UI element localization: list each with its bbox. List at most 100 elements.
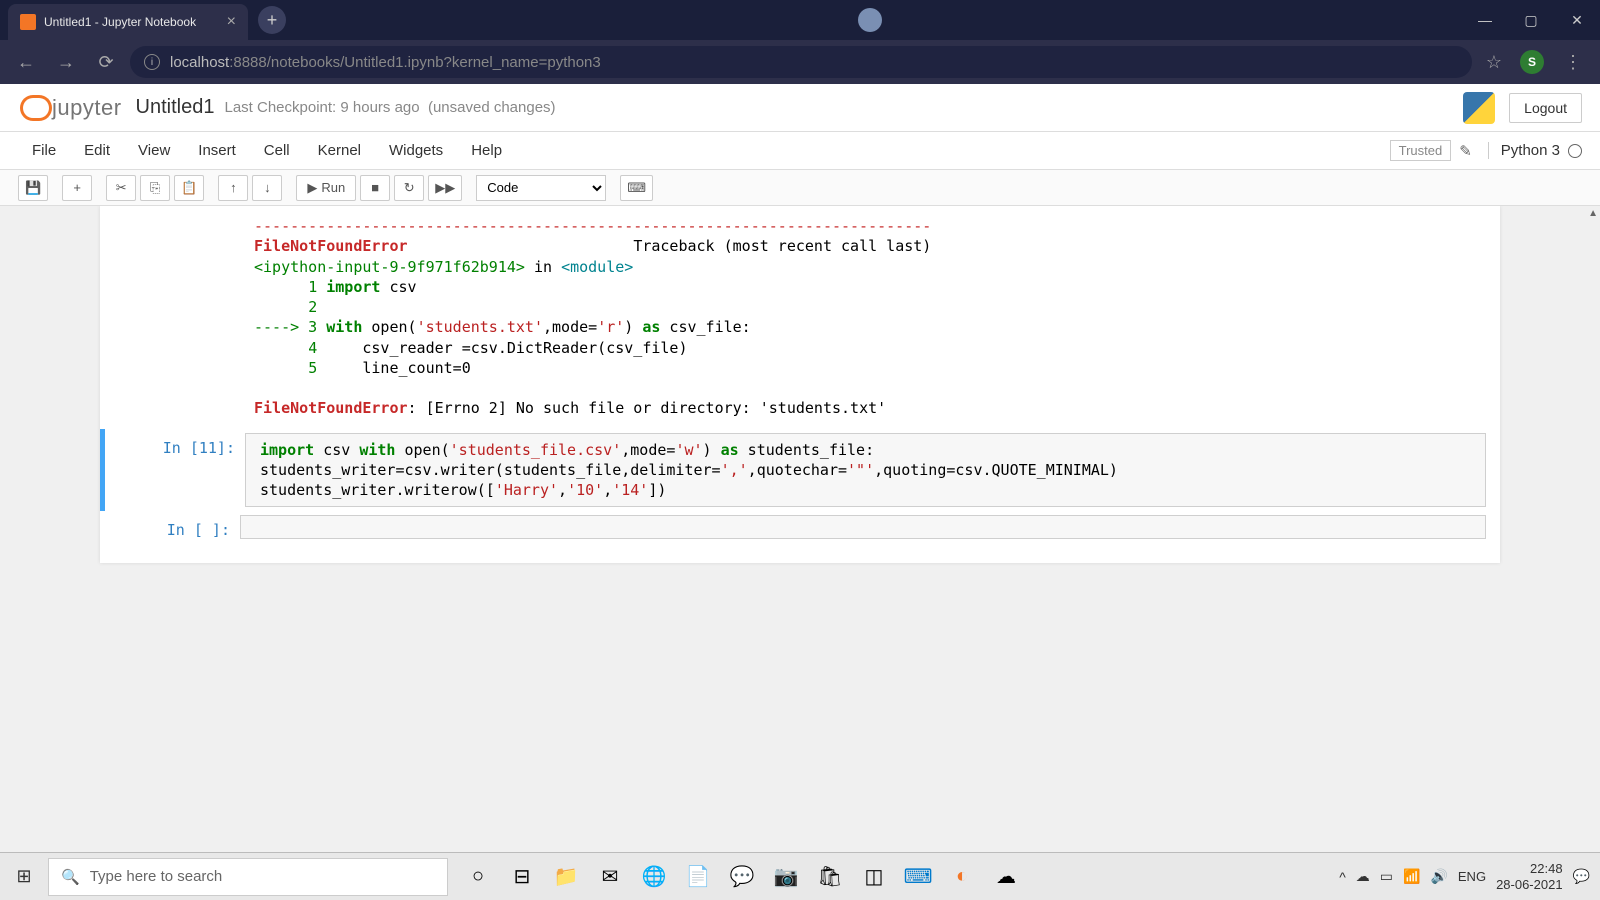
- clock[interactable]: 22:48 28-06-2021: [1496, 861, 1563, 892]
- onedrive-icon[interactable]: ☁: [1356, 868, 1370, 885]
- code-cell-empty[interactable]: In [ ]:: [100, 511, 1500, 543]
- chrome-icon[interactable]: 🌐: [632, 853, 676, 900]
- code-editor[interactable]: import csv with open('students_file.csv'…: [245, 433, 1486, 508]
- task-view-icon[interactable]: ⊟: [500, 853, 544, 900]
- url-path: /notebooks/Untitled1.ipynb?kernel_name=p…: [267, 54, 601, 71]
- url-port: :8888: [229, 54, 267, 71]
- minimize-button[interactable]: —: [1462, 0, 1508, 40]
- jupyter-taskbar-icon[interactable]: ◐: [940, 853, 984, 900]
- cell-type-select[interactable]: Code: [476, 175, 606, 201]
- kernel-status-icon: [1568, 144, 1582, 158]
- command-palette-button[interactable]: ⌨: [620, 175, 653, 201]
- add-cell-button[interactable]: +: [62, 175, 92, 201]
- restart-button[interactable]: ↻: [394, 175, 424, 201]
- menu-file[interactable]: File: [18, 142, 70, 159]
- code-editor-empty[interactable]: [240, 515, 1486, 539]
- menu-widgets[interactable]: Widgets: [375, 142, 457, 159]
- jupyter-favicon: [20, 14, 36, 30]
- browser-tabstrip: Untitled1 - Jupyter Notebook × + — ▢ ✕: [0, 0, 1600, 40]
- menu-view[interactable]: View: [124, 142, 184, 159]
- windows-taskbar: ⊞ 🔍 Type here to search ○ ⊟ 📁 ✉ 🌐 📄 💬 📷 …: [0, 852, 1600, 900]
- logout-button[interactable]: Logout: [1509, 93, 1582, 123]
- clock-time: 22:48: [1496, 861, 1563, 877]
- trusted-indicator[interactable]: Trusted: [1390, 140, 1452, 161]
- close-tab-icon[interactable]: ×: [227, 13, 236, 31]
- search-placeholder: Type here to search: [90, 868, 223, 885]
- taskbar-search[interactable]: 🔍 Type here to search: [48, 858, 448, 896]
- menu-kernel[interactable]: Kernel: [304, 142, 375, 159]
- code-cell-selected[interactable]: In [11]: import csv with open('students_…: [100, 429, 1500, 512]
- browser-tab[interactable]: Untitled1 - Jupyter Notebook ×: [8, 4, 248, 40]
- weather-icon[interactable]: ☁: [984, 853, 1028, 900]
- volume-icon[interactable]: 🔊: [1430, 868, 1447, 885]
- notebook-scroll-area[interactable]: ▲ --------------------------------------…: [0, 206, 1600, 899]
- cortana-icon[interactable]: ○: [456, 853, 500, 900]
- wifi-icon[interactable]: 📶: [1403, 868, 1420, 885]
- camera-icon[interactable]: 📷: [764, 853, 808, 900]
- browser-account-icon[interactable]: [858, 8, 882, 32]
- restart-run-all-button[interactable]: ▶▶: [428, 175, 462, 201]
- notifications-icon[interactable]: 💬: [1573, 868, 1590, 885]
- site-info-icon[interactable]: i: [144, 54, 160, 70]
- menu-cell[interactable]: Cell: [250, 142, 304, 159]
- close-button[interactable]: ✕: [1554, 0, 1600, 40]
- jupyter-logo-text: jupyter: [52, 95, 122, 121]
- system-tray: ^ ☁ ▭ 📶 🔊 ENG 22:48 28-06-2021 💬: [1329, 861, 1600, 892]
- edit-icon[interactable]: ✎: [1459, 142, 1472, 160]
- input-prompt-empty: In [ ]:: [100, 515, 240, 539]
- url-host: localhost: [170, 54, 229, 71]
- new-tab-button[interactable]: +: [258, 6, 286, 34]
- start-button[interactable]: ⊞: [0, 853, 48, 900]
- output-prompt: [100, 210, 240, 425]
- language-indicator[interactable]: ENG: [1458, 869, 1486, 884]
- output-cell: ----------------------------------------…: [100, 206, 1500, 429]
- menu-help[interactable]: Help: [457, 142, 516, 159]
- jupyter-app: jupyter Untitled1 Last Checkpoint: 9 hou…: [0, 84, 1600, 206]
- jupyter-menubar: File Edit View Insert Cell Kernel Widget…: [0, 132, 1600, 170]
- jupyter-toolbar: 💾 + ✂ ⎘ 📋 ↑ ↓ ▶ Run ■ ↻ ▶▶ Code ⌨: [0, 170, 1600, 206]
- paste-button[interactable]: 📋: [174, 175, 204, 201]
- mail-icon[interactable]: ✉: [588, 853, 632, 900]
- back-button[interactable]: ←: [10, 46, 42, 78]
- save-button[interactable]: 💾: [18, 175, 48, 201]
- vscode-icon[interactable]: ⌨: [896, 853, 940, 900]
- notebook-container: ----------------------------------------…: [100, 206, 1500, 563]
- move-down-button[interactable]: ↓: [252, 175, 282, 201]
- tray-chevron-icon[interactable]: ^: [1339, 869, 1346, 885]
- kernel-name: Python 3: [1501, 142, 1560, 159]
- reload-button[interactable]: ⟳: [90, 46, 122, 78]
- jupyter-logo[interactable]: jupyter: [18, 93, 122, 123]
- forward-button[interactable]: →: [50, 46, 82, 78]
- file-explorer-icon[interactable]: 📁: [544, 853, 588, 900]
- bookmark-icon[interactable]: ☆: [1486, 52, 1502, 73]
- error-output: ----------------------------------------…: [240, 210, 1500, 425]
- address-bar: ← → ⟳ i localhost:8888/notebooks/Untitle…: [0, 40, 1600, 84]
- tab-title: Untitled1 - Jupyter Notebook: [44, 15, 196, 29]
- run-button[interactable]: ▶ Run: [296, 175, 356, 201]
- whatsapp-icon[interactable]: 💬: [720, 853, 764, 900]
- python-logo-icon: [1463, 92, 1495, 124]
- browser-menu-icon[interactable]: ⋮: [1556, 52, 1590, 73]
- interrupt-button[interactable]: ■: [360, 175, 390, 201]
- battery-icon[interactable]: ▭: [1380, 868, 1393, 885]
- checkpoint-status: Last Checkpoint: 9 hours ago (unsaved ch…: [224, 99, 555, 116]
- move-up-button[interactable]: ↑: [218, 175, 248, 201]
- input-prompt: In [11]:: [105, 433, 245, 508]
- app-icon[interactable]: ◫: [852, 853, 896, 900]
- notebook-title[interactable]: Untitled1: [136, 96, 215, 119]
- window-controls: — ▢ ✕: [1462, 0, 1600, 40]
- store-icon[interactable]: 🛍: [808, 853, 852, 900]
- search-icon: 🔍: [61, 868, 80, 886]
- menu-edit[interactable]: Edit: [70, 142, 124, 159]
- scrollbar-up-icon[interactable]: ▲: [1588, 208, 1598, 219]
- jupyter-header: jupyter Untitled1 Last Checkpoint: 9 hou…: [0, 84, 1600, 132]
- maximize-button[interactable]: ▢: [1508, 0, 1554, 40]
- acrobat-icon[interactable]: 📄: [676, 853, 720, 900]
- profile-button[interactable]: S: [1520, 50, 1544, 74]
- clock-date: 28-06-2021: [1496, 877, 1563, 893]
- copy-button[interactable]: ⎘: [140, 175, 170, 201]
- url-input[interactable]: i localhost:8888/notebooks/Untitled1.ipy…: [130, 46, 1472, 78]
- cut-button[interactable]: ✂: [106, 175, 136, 201]
- menu-insert[interactable]: Insert: [184, 142, 250, 159]
- kernel-indicator[interactable]: Python 3: [1488, 142, 1582, 159]
